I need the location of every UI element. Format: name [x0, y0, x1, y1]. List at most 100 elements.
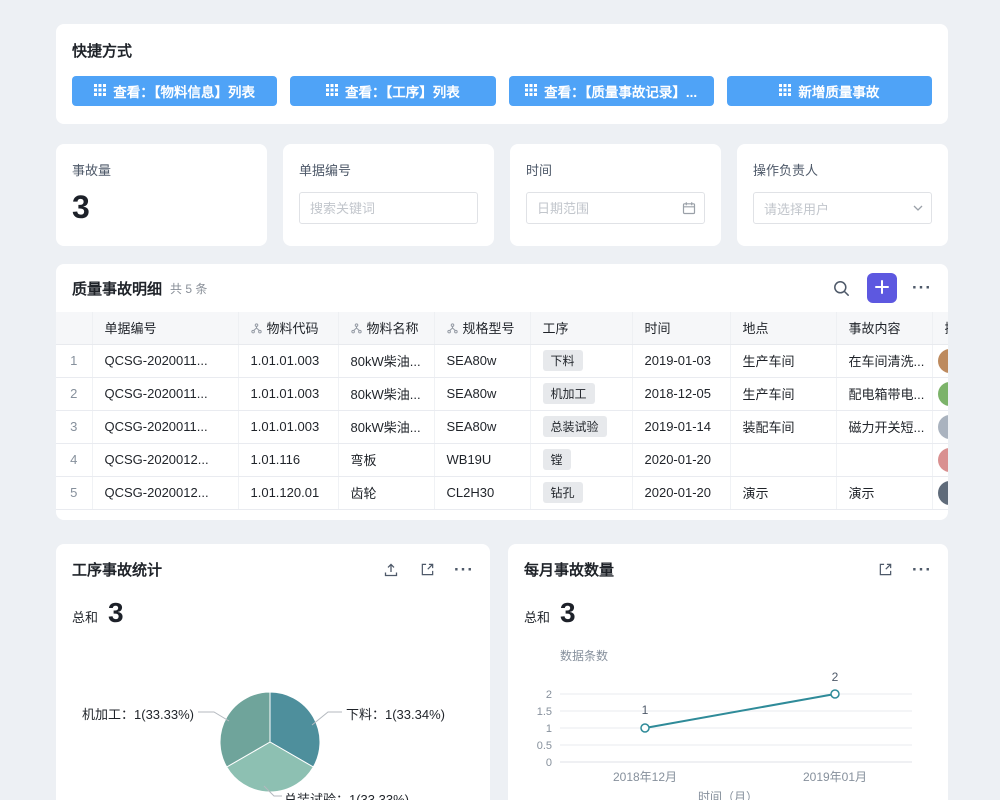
col-label: 单据编号	[105, 321, 157, 336]
cell-operator	[932, 344, 948, 377]
col-process[interactable]: 工序	[530, 312, 632, 344]
cell-time: 2019-01-14	[632, 410, 730, 443]
pie-label-xialiao: 下料：1(33.34%)	[346, 704, 445, 723]
cell-doc-no: QCSG-2020011...	[92, 344, 238, 377]
y-axis-title: 数据条数	[560, 647, 608, 664]
avatar	[938, 448, 949, 472]
cell-place: 装配车间	[730, 410, 836, 443]
date-range-input-wrap	[526, 192, 705, 224]
col-time[interactable]: 时间	[632, 312, 730, 344]
chevron-down-icon[interactable]	[913, 205, 923, 211]
cell-time: 2020-01-20	[632, 476, 730, 509]
table-row[interactable]: 3 QCSG-2020011... 1.01.01.003 80kW柴油... …	[56, 410, 948, 443]
cell-operator	[932, 443, 948, 476]
line-card-toolbar: ···	[876, 560, 932, 579]
grid-icon	[525, 84, 537, 99]
col-operator[interactable]: 操	[932, 312, 948, 344]
col-material-name[interactable]: 物料名称	[338, 312, 434, 344]
col-label: 事故内容	[849, 321, 901, 336]
table-row[interactable]: 4 QCSG-2020012... 1.01.116 弯板 WB19U 镗 20…	[56, 443, 948, 476]
data-point[interactable]	[831, 690, 839, 698]
x-axis-title: 时间（月）	[508, 788, 948, 800]
cell-place	[730, 443, 836, 476]
expand-icon[interactable]	[418, 560, 437, 579]
accident-detail-card: 质量事故明细 共 5 条 ··· 单据编号 物料代码	[56, 264, 948, 520]
y-tick: 0	[546, 757, 552, 769]
cell-content: 演示	[836, 476, 932, 509]
export-icon[interactable]	[381, 560, 401, 580]
date-range-input[interactable]	[526, 192, 705, 224]
shortcut-add-accident-button[interactable]: 新增质量事故	[727, 76, 932, 106]
cell-place: 生产车间	[730, 344, 836, 377]
cell-spec: SEA80w	[434, 410, 530, 443]
add-record-button[interactable]	[867, 273, 897, 303]
cell-process: 钻孔	[530, 476, 632, 509]
expand-icon[interactable]	[876, 560, 895, 579]
shortcut-view-accident-records-button[interactable]: 查看：【质量事故记录】...	[509, 76, 714, 106]
more-menu-icon[interactable]: ···	[912, 282, 932, 294]
cell-content: 磁力开关短...	[836, 410, 932, 443]
col-label: 工序	[543, 321, 569, 336]
cell-operator	[932, 410, 948, 443]
row-index: 2	[56, 377, 92, 410]
y-tick: 1.5	[537, 706, 552, 718]
avatar	[938, 349, 949, 373]
table-row[interactable]: 1 QCSG-2020011... 1.01.01.003 80kW柴油... …	[56, 344, 948, 377]
operator-filter-card: 操作负责人 请选择用户	[737, 144, 948, 246]
row-index: 1	[56, 344, 92, 377]
cell-doc-no: QCSG-2020012...	[92, 443, 238, 476]
col-label: 时间	[645, 321, 671, 336]
table-toolbar: ···	[831, 273, 932, 303]
cell-content	[836, 443, 932, 476]
y-tick: 1	[546, 723, 552, 735]
shortcuts-title: 快捷方式	[72, 40, 932, 61]
more-menu-icon[interactable]: ···	[912, 564, 932, 576]
cell-material-name: 80kW柴油...	[338, 344, 434, 377]
user-select[interactable]: 请选择用户	[753, 192, 932, 224]
cell-spec: WB19U	[434, 443, 530, 476]
process-tag: 镗	[543, 449, 571, 470]
table-header-bar: 质量事故明细 共 5 条 ···	[56, 264, 948, 312]
col-spec[interactable]: 规格型号	[434, 312, 530, 344]
link-icon	[251, 322, 262, 337]
table-title: 质量事故明细	[72, 278, 162, 299]
shortcut-view-material-list-button[interactable]: 查看：【物料信息】列表	[72, 76, 277, 106]
search-icon[interactable]	[831, 278, 852, 299]
col-doc-no[interactable]: 单据编号	[92, 312, 238, 344]
grid-icon	[94, 84, 106, 99]
shortcut-label: 新增质量事故	[798, 81, 879, 101]
col-material-code[interactable]: 物料代码	[238, 312, 338, 344]
col-content[interactable]: 事故内容	[836, 312, 932, 344]
filter-label: 单据编号	[299, 160, 478, 179]
cell-operator	[932, 476, 948, 509]
doc-no-search-input[interactable]	[299, 192, 478, 224]
cell-place: 演示	[730, 476, 836, 509]
shortcut-view-process-list-button[interactable]: 查看：【工序】列表	[290, 76, 495, 106]
line-chart[interactable]: 2 1.5 1 0.5 0 1 2 2018年12月 2019年01月	[508, 664, 948, 800]
stat-value: 3	[72, 189, 251, 226]
more-menu-icon[interactable]: ···	[454, 564, 474, 576]
table-row[interactable]: 5 QCSG-2020012... 1.01.120.01 齿轮 CL2H30 …	[56, 476, 948, 509]
row-index: 5	[56, 476, 92, 509]
y-tick: 0.5	[537, 740, 552, 752]
col-place[interactable]: 地点	[730, 312, 836, 344]
cell-spec: CL2H30	[434, 476, 530, 509]
total-label: 总和	[72, 607, 98, 626]
cell-doc-no: QCSG-2020012...	[92, 476, 238, 509]
cell-material-name: 齿轮	[338, 476, 434, 509]
cell-spec: SEA80w	[434, 377, 530, 410]
line-card-header: 每月事故数量 ···	[508, 544, 948, 580]
cell-material-code: 1.01.120.01	[238, 476, 338, 509]
dashboard-page: 快捷方式 查看：【物料信息】列表 查看：【工序】列表 查看：【质量事故记录】..…	[0, 0, 1000, 800]
row-index: 3	[56, 410, 92, 443]
cell-spec: SEA80w	[434, 344, 530, 377]
cell-material-name: 弯板	[338, 443, 434, 476]
plus-icon	[875, 280, 889, 297]
cell-material-code: 1.01.01.003	[238, 344, 338, 377]
data-point[interactable]	[641, 724, 649, 732]
pie-chart[interactable]	[56, 674, 490, 800]
shortcut-label: 查看：【物料信息】列表	[113, 81, 255, 101]
table-row[interactable]: 2 QCSG-2020011... 1.01.01.003 80kW柴油... …	[56, 377, 948, 410]
accident-table: 单据编号 物料代码 物料名称 规格型号 工序 时间 地点 事故内容 操 1 QC…	[56, 312, 948, 510]
calendar-icon[interactable]	[682, 201, 696, 215]
